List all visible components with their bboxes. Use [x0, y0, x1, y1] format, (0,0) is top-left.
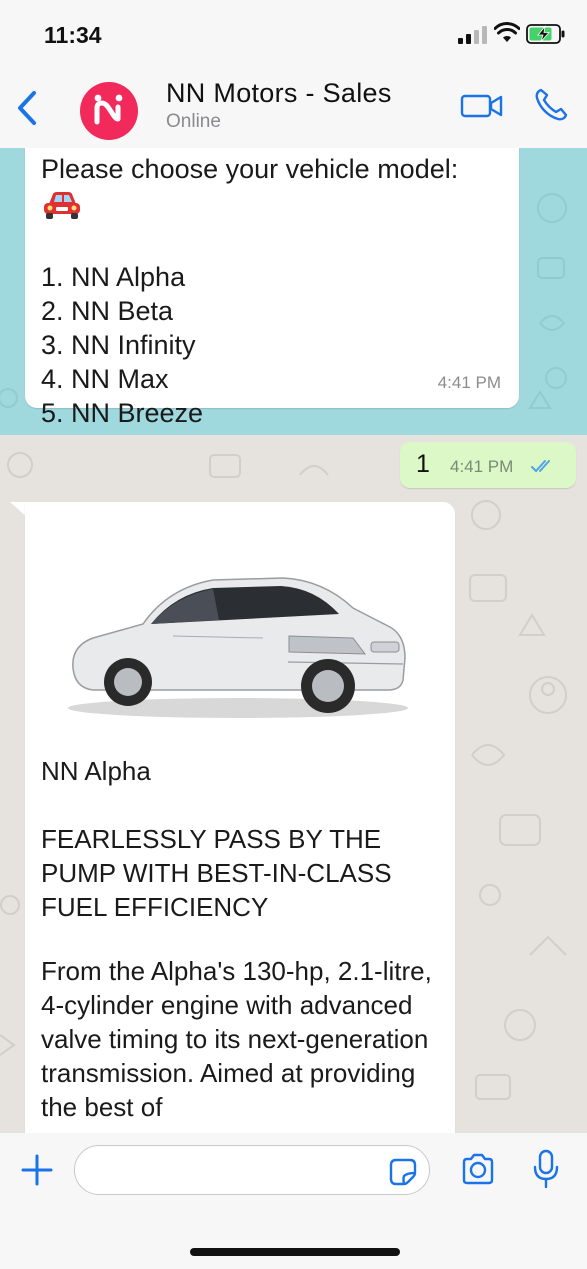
message-input[interactable]	[74, 1145, 430, 1195]
avatar[interactable]	[80, 82, 138, 140]
camera-icon[interactable]	[460, 1153, 496, 1185]
message-text: 1	[416, 450, 430, 478]
chevron-left-icon[interactable]	[12, 88, 42, 128]
message-time: 4:41 PM	[450, 457, 514, 476]
chat-title-box[interactable]: NN Motors - Sales Online	[166, 78, 392, 133]
message-bubble-vehicle-detail[interactable]: NN Alpha FEARLESSLY PASS BY THE PUMP WIT…	[25, 502, 455, 1133]
chat-status: Online	[166, 111, 221, 132]
vehicle-description: From the Alpha's 130-hp, 2.1-litre, 4-cy…	[41, 956, 432, 1122]
red-car-emoji-icon	[44, 192, 80, 219]
chat-background-top: Please choose your vehicle model: 1. NN …	[0, 148, 587, 435]
vehicle-image[interactable]	[53, 558, 413, 728]
message-time: 4:41 PM	[437, 373, 501, 392]
mic-icon[interactable]	[532, 1149, 560, 1189]
chat-title: NN Motors - Sales	[166, 78, 392, 108]
plus-icon[interactable]	[20, 1153, 54, 1187]
read-receipt-icon	[531, 460, 550, 473]
model-list: 1. NN Alpha 2. NN Beta 3. NN Infinity 4.…	[25, 260, 519, 430]
message-text: Please choose your vehicle model:	[41, 154, 459, 184]
vehicle-headline: FEARLESSLY PASS BY THE PUMP WITH BEST-IN…	[41, 824, 392, 922]
brand-logo-icon	[94, 94, 123, 125]
message-bubble-menu[interactable]: Please choose your vehicle model: 1. NN …	[25, 148, 519, 428]
home-indicator[interactable]	[190, 1248, 400, 1256]
message-bubble-outgoing[interactable]: 1 4:41 PM	[400, 442, 576, 488]
list-item: 2. NN Beta	[41, 296, 174, 326]
wifi-icon	[494, 22, 520, 42]
list-item: 3. NN Infinity	[41, 330, 196, 360]
list-item: 5. NN Breeze	[41, 398, 204, 428]
chat-background: 1 4:41 PM NN Alpha FEARLESSLY PASS BY TH…	[0, 435, 587, 1133]
message-input-bar	[0, 1133, 587, 1269]
signal-icon	[458, 26, 487, 44]
list-item: 1. NN Alpha	[41, 262, 186, 292]
chat-header: NN Motors - Sales Online	[0, 68, 587, 148]
video-icon[interactable]	[460, 90, 504, 122]
vehicle-name: NN Alpha	[41, 756, 151, 786]
phone-icon[interactable]	[532, 86, 570, 124]
sticker-icon[interactable]	[388, 1157, 418, 1187]
battery-charging-icon	[526, 24, 565, 44]
status-time: 11:34	[44, 22, 102, 48]
status-bar: 11:34	[0, 0, 587, 68]
